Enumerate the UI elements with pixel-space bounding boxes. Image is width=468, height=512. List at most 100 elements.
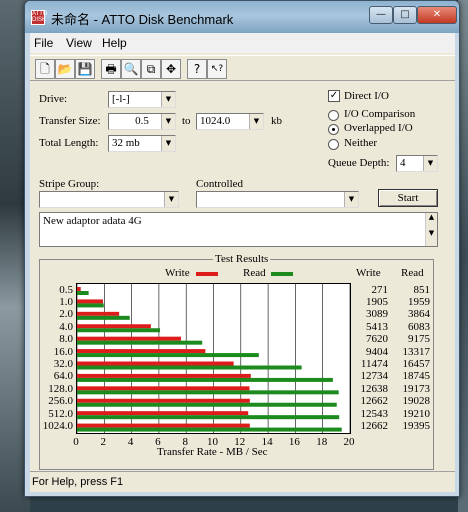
menu-file[interactable]: File bbox=[34, 36, 53, 50]
x-tick-0: 0 bbox=[73, 436, 79, 448]
size-label-1.0: 1.0 bbox=[59, 295, 73, 308]
menu-bar: File View Help bbox=[30, 33, 455, 53]
read-bar-1.0 bbox=[77, 303, 104, 308]
copy-icon[interactable]: ⧉ bbox=[141, 59, 161, 79]
print-icon[interactable]: 🖶 bbox=[101, 59, 121, 79]
description-scrollbar[interactable]: ▲ ▼ bbox=[425, 213, 437, 246]
transfer-size-to-select[interactable]: 1024.0 ▼ bbox=[196, 113, 264, 130]
chart-svg bbox=[76, 284, 351, 433]
read-value-1024.0: 19395 bbox=[402, 420, 431, 433]
write-bar-4.0 bbox=[77, 324, 151, 329]
write-bar-0.5 bbox=[77, 287, 81, 291]
status-text: For Help, press F1 bbox=[32, 476, 124, 488]
size-label-0.5: 0.5 bbox=[59, 283, 73, 296]
write-value-64.0: 12734 bbox=[360, 370, 389, 383]
write-bar-32.0 bbox=[77, 361, 234, 366]
overlapped-io-label: Overlapped I/O bbox=[344, 122, 413, 134]
legend-read-swatch bbox=[271, 272, 293, 276]
x-tick-20: 20 bbox=[343, 436, 355, 448]
test-results-title: Test Results bbox=[213, 253, 271, 265]
read-value-64.0: 18745 bbox=[402, 370, 431, 383]
chevron-down-icon[interactable]: ▼ bbox=[161, 92, 175, 107]
atto-window: ATTO DISK 未命名 - ATTO Disk Benchmark — □ … bbox=[24, 0, 460, 497]
close-button[interactable]: ✕ bbox=[417, 6, 457, 24]
write-bar-1.0 bbox=[77, 299, 104, 304]
chevron-down-icon[interactable]: ▼ bbox=[249, 114, 263, 129]
chevron-down-icon[interactable]: ▼ bbox=[161, 136, 175, 151]
chart-area bbox=[76, 283, 351, 434]
description-field[interactable]: New adaptor adata 4G ▲ ▼ bbox=[39, 212, 438, 247]
read-bar-256.0 bbox=[77, 402, 337, 407]
atto-app-icon: ATTO DISK bbox=[31, 10, 48, 25]
print-preview-icon[interactable]: 🔍 bbox=[121, 59, 141, 79]
x-tick-18: 18 bbox=[316, 436, 328, 448]
read-value-2.0: 3864 bbox=[408, 308, 430, 321]
write-bar-8.0 bbox=[77, 336, 182, 341]
drive-label: Drive: bbox=[39, 93, 68, 105]
chevron-down-icon[interactable]: ▼ bbox=[164, 192, 178, 207]
open-icon[interactable]: 📂 bbox=[55, 59, 75, 79]
move-icon[interactable]: ✥ bbox=[161, 59, 181, 79]
direct-io-checkbox[interactable]: ✓ bbox=[328, 90, 340, 102]
x-tick-4: 4 bbox=[127, 436, 134, 448]
queue-depth-select[interactable]: 4 ▼ bbox=[396, 155, 438, 172]
start-button[interactable]: Start bbox=[378, 189, 438, 207]
legend-write-label: Write bbox=[165, 267, 190, 279]
read-value-16.0: 13317 bbox=[402, 345, 431, 358]
queue-depth-value: 4 bbox=[400, 157, 406, 169]
x-tick-16: 16 bbox=[288, 436, 300, 448]
help-icon[interactable]: ? bbox=[187, 59, 207, 79]
stripe-group-select[interactable]: ▼ bbox=[39, 191, 179, 208]
drive-value: [-l-] bbox=[112, 93, 130, 105]
io-comparison-radio[interactable] bbox=[328, 110, 339, 121]
io-comparison-label: I/O Comparison bbox=[344, 108, 416, 120]
transfer-size-from-select[interactable]: 0.5 ▼ bbox=[108, 113, 176, 130]
x-tick-2: 2 bbox=[100, 436, 107, 448]
chevron-down-icon[interactable]: ▼ bbox=[161, 114, 175, 129]
x-axis-label: Transfer Rate - MB / Sec bbox=[157, 446, 268, 458]
read-value-8.0: 9175 bbox=[408, 333, 430, 346]
write-value-8.0: 7620 bbox=[366, 333, 388, 346]
menu-view[interactable]: View bbox=[66, 36, 92, 50]
description-text: New adaptor adata 4G bbox=[43, 215, 142, 227]
menu-help[interactable]: Help bbox=[102, 36, 127, 50]
read-value-512.0: 19210 bbox=[402, 407, 431, 420]
transfer-size-label: Transfer Size: bbox=[39, 115, 101, 127]
write-value-16.0: 9404 bbox=[366, 345, 388, 358]
to-label: to bbox=[182, 115, 191, 127]
read-bar-16.0 bbox=[77, 353, 259, 358]
read-value-1.0: 1959 bbox=[408, 295, 430, 308]
size-label-256.0: 256.0 bbox=[48, 395, 73, 408]
neither-radio[interactable] bbox=[328, 139, 339, 150]
total-length-select[interactable]: 32 mb ▼ bbox=[108, 135, 176, 152]
controlled-select[interactable]: ▼ bbox=[196, 191, 359, 208]
write-value-4.0: 5413 bbox=[366, 320, 388, 333]
read-bar-64.0 bbox=[77, 377, 333, 382]
write-bar-128.0 bbox=[77, 386, 250, 391]
chevron-down-icon[interactable]: ▼ bbox=[423, 156, 437, 171]
size-label-512.0: 512.0 bbox=[48, 407, 73, 420]
new-icon[interactable]: 🗋 bbox=[35, 59, 55, 79]
title-bar[interactable]: ATTO DISK 未命名 - ATTO Disk Benchmark — □ … bbox=[25, 1, 459, 33]
size-label-8.0: 8.0 bbox=[59, 333, 73, 346]
read-bar-4.0 bbox=[77, 328, 161, 333]
minimize-button[interactable]: — bbox=[369, 6, 393, 24]
maximize-button[interactable]: □ bbox=[393, 6, 417, 24]
write-bar-2.0 bbox=[77, 311, 120, 316]
read-column-header: Read bbox=[401, 267, 424, 279]
overlapped-io-radio[interactable] bbox=[328, 124, 339, 135]
drive-select[interactable]: [-l-] ▼ bbox=[108, 91, 176, 108]
status-bar: For Help, press F1 bbox=[30, 471, 455, 492]
chevron-down-icon[interactable]: ▼ bbox=[344, 192, 358, 207]
read-value-32.0: 16457 bbox=[402, 358, 431, 370]
window-title: 未命名 - ATTO Disk Benchmark bbox=[51, 12, 234, 27]
read-value-128.0: 19173 bbox=[402, 382, 431, 395]
write-value-512.0: 12543 bbox=[360, 407, 389, 420]
write-bar-16.0 bbox=[77, 349, 206, 354]
save-icon[interactable]: 💾 bbox=[75, 59, 95, 79]
read-bar-1024.0 bbox=[77, 427, 342, 432]
transfer-size-from-value: 0.5 bbox=[135, 115, 149, 127]
read-value-256.0: 19028 bbox=[402, 395, 431, 408]
total-length-value: 32 mb bbox=[112, 137, 140, 149]
context-help-icon[interactable]: ↖? bbox=[207, 59, 227, 79]
